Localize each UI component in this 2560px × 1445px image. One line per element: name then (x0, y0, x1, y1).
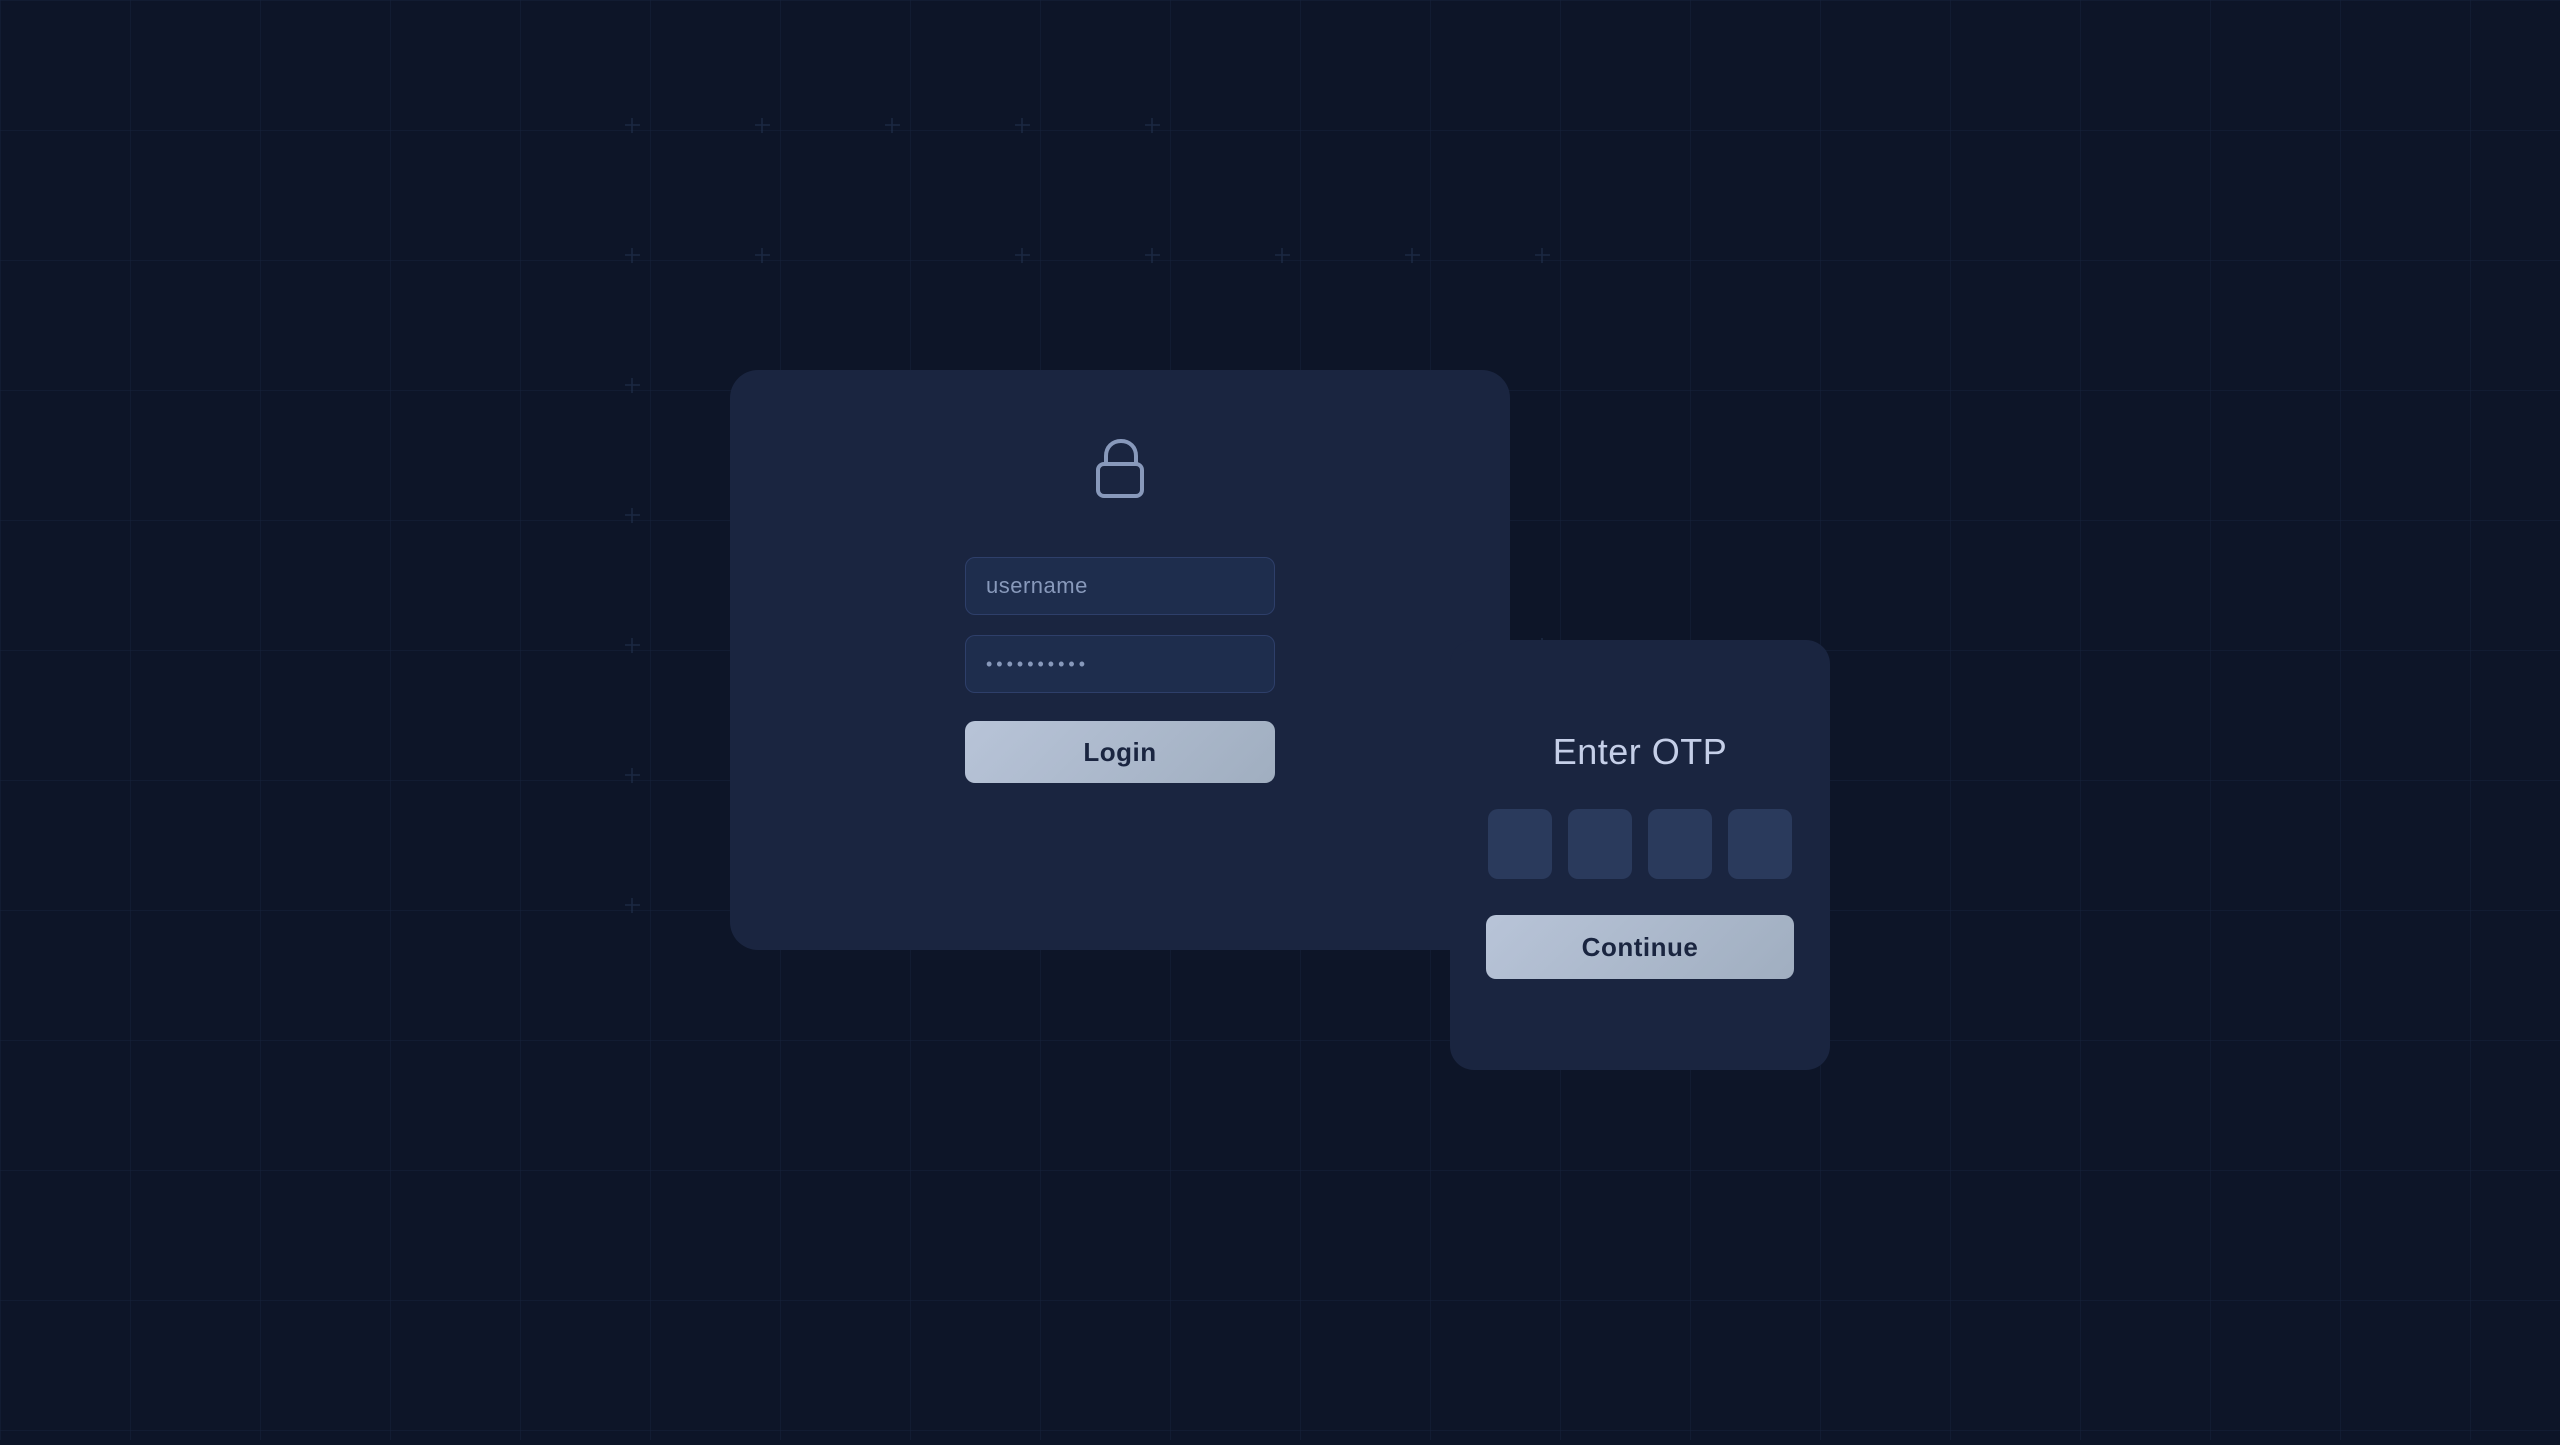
login-form: Login (780, 557, 1460, 783)
login-button[interactable]: Login (965, 721, 1275, 783)
otp-input-3[interactable] (1648, 809, 1712, 879)
otp-card: Enter OTP Continue (1450, 640, 1830, 1070)
username-input[interactable] (965, 557, 1275, 615)
login-card: Login (730, 370, 1510, 950)
continue-button[interactable]: Continue (1486, 915, 1794, 979)
scene-container: Login Enter OTP Continue (730, 370, 1830, 1070)
otp-input-1[interactable] (1488, 809, 1552, 879)
otp-inputs-container (1488, 809, 1792, 879)
otp-input-2[interactable] (1568, 809, 1632, 879)
otp-input-4[interactable] (1728, 809, 1792, 879)
password-input[interactable] (965, 635, 1275, 693)
otp-title: Enter OTP (1553, 731, 1728, 773)
lock-icon (1084, 430, 1156, 507)
